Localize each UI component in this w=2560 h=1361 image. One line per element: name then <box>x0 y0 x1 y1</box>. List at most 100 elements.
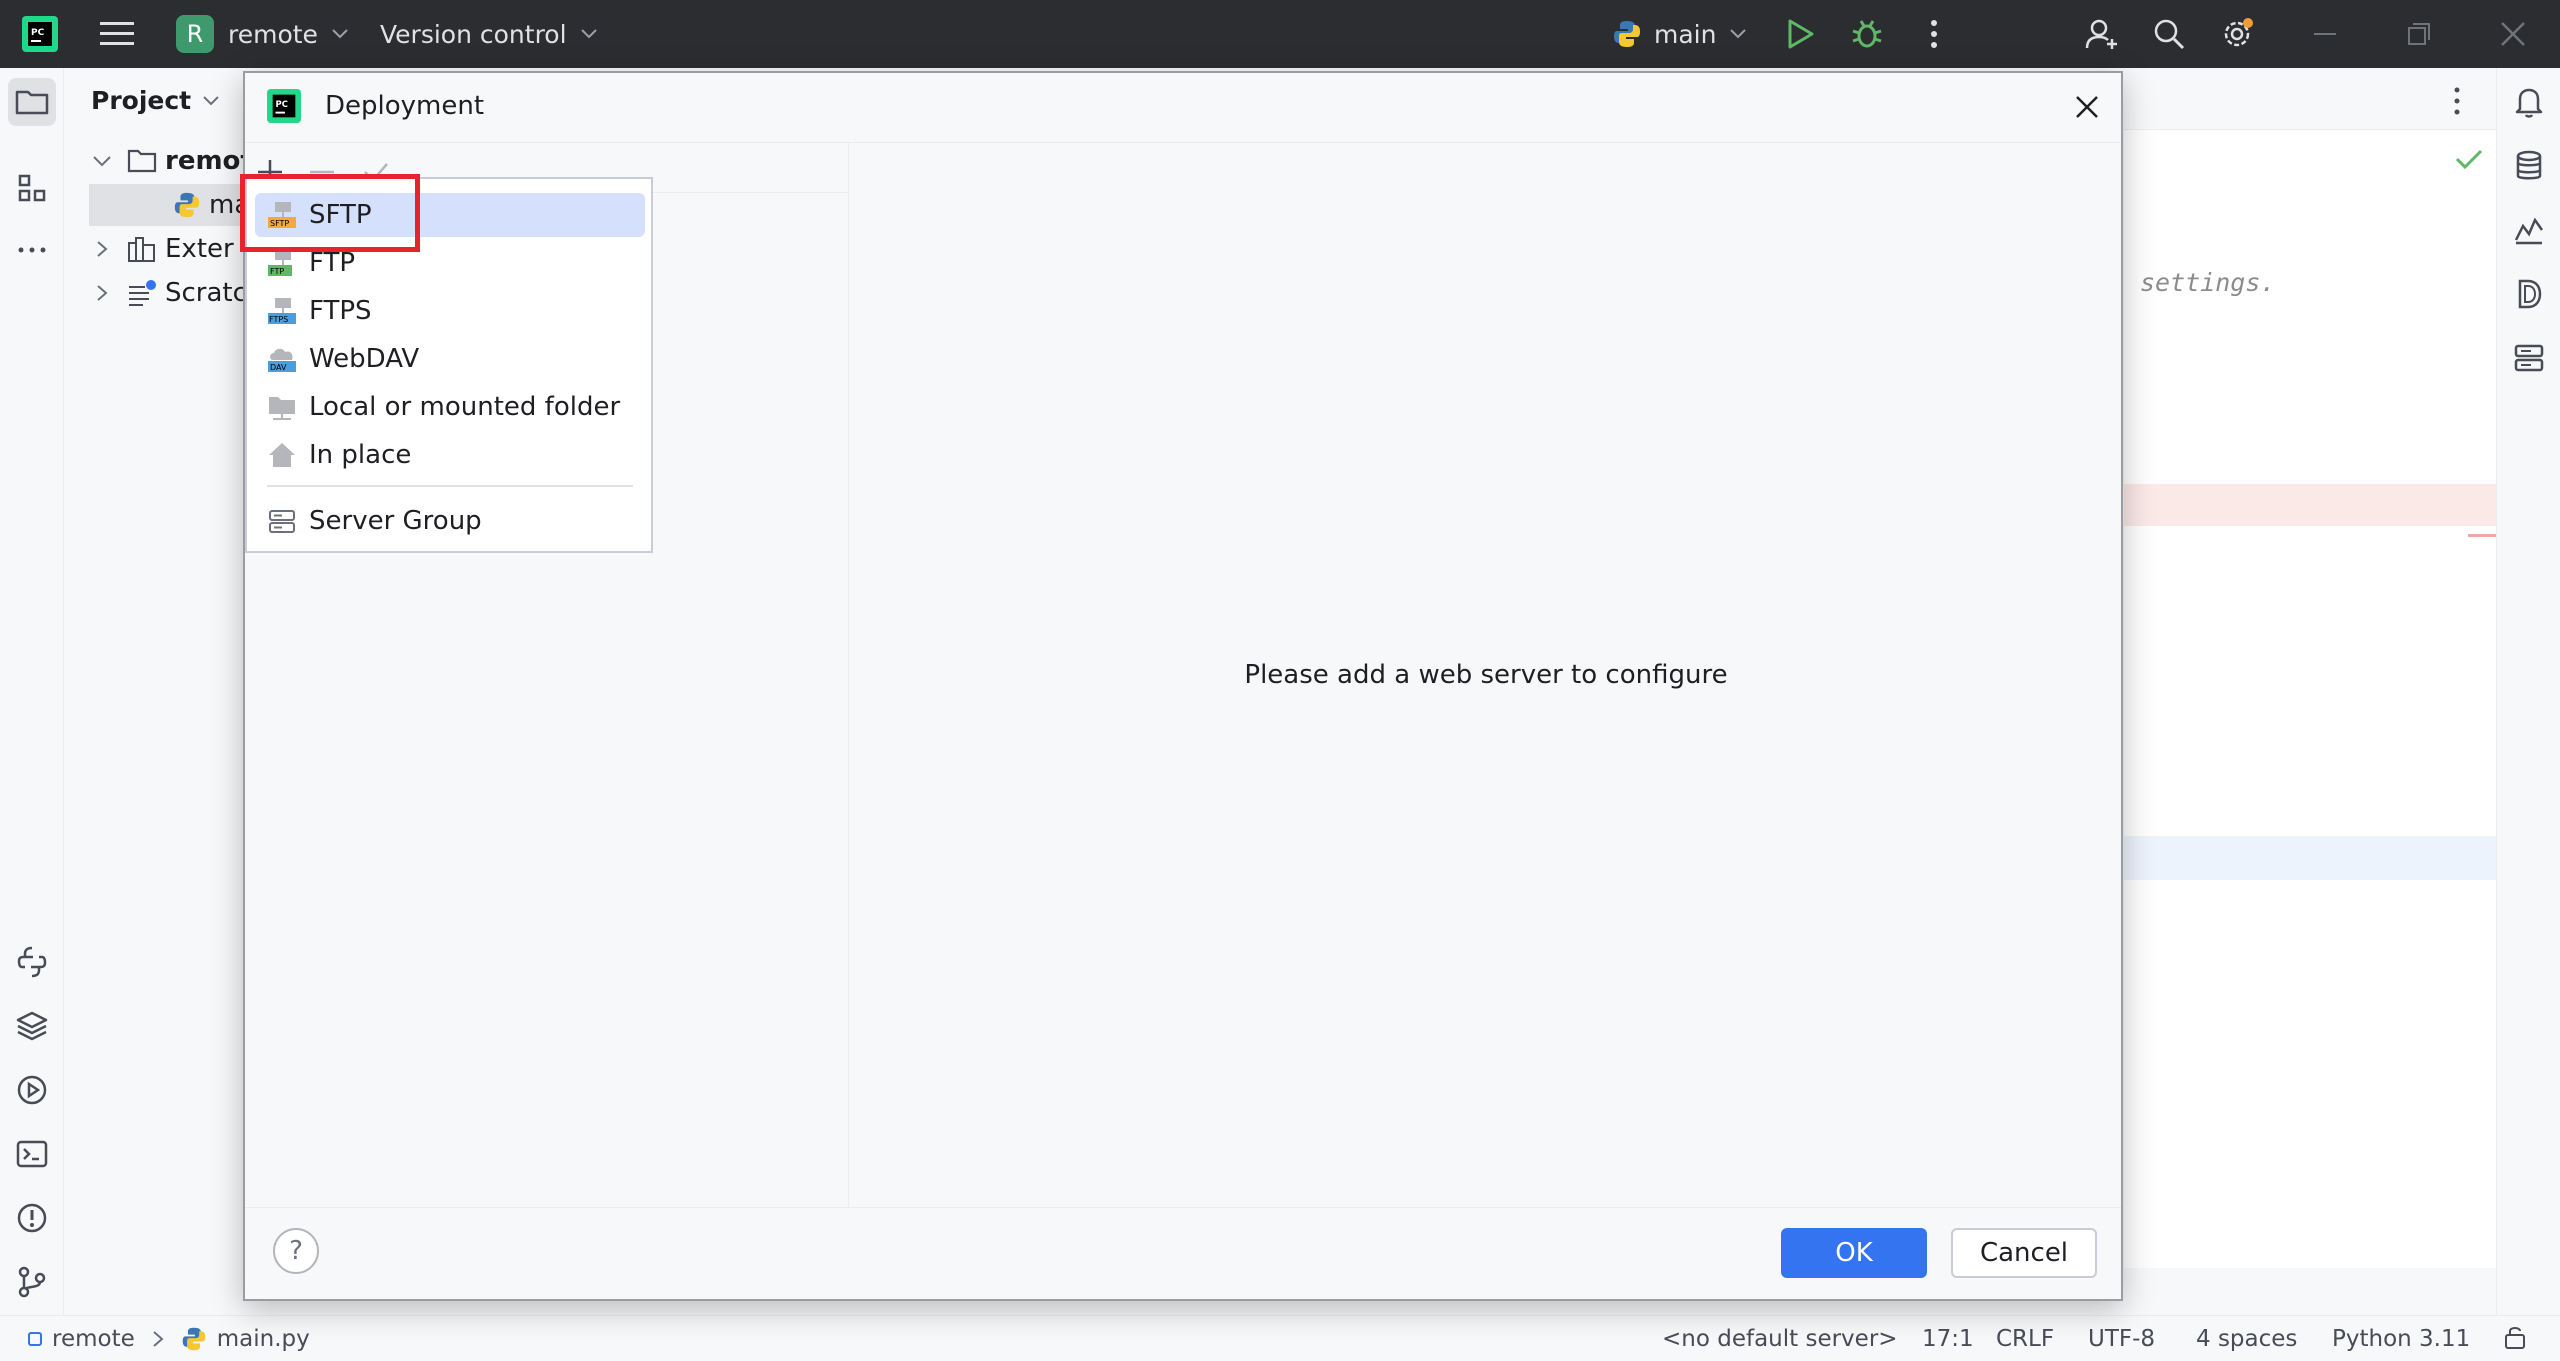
menu-item-local-folder[interactable]: Local or mounted folder <box>255 385 645 429</box>
project-name: remote <box>228 19 318 49</box>
status-bar: remote main.py <no default server> 17:1 … <box>0 1315 2560 1361</box>
dialog-header: PC Deployment <box>245 73 2121 143</box>
add-user-icon[interactable] <box>2085 17 2119 51</box>
menu-item-in-place[interactable]: In place <box>255 433 645 477</box>
more-actions-icon[interactable] <box>1917 17 1951 51</box>
project-panel-title[interactable]: Project <box>91 86 219 115</box>
title-bar: PC R remote Version control main <box>0 0 2560 68</box>
indent-setting[interactable]: 4 spaces <box>2196 1326 2297 1352</box>
breadcrumb-project[interactable]: remote <box>52 1326 135 1352</box>
git-icon[interactable] <box>14 1264 50 1300</box>
ok-button[interactable]: OK <box>1781 1228 1927 1278</box>
version-control-menu[interactable]: Version control <box>380 14 597 54</box>
menu-item-ftps[interactable]: FTPS FTPS <box>255 289 645 333</box>
menu-item-label: Local or mounted folder <box>309 392 621 422</box>
default-server-status[interactable]: <no default server> <box>1662 1326 1898 1352</box>
caret-line-highlight <box>2124 836 2496 880</box>
module-icon <box>28 1332 42 1346</box>
home-icon <box>269 443 295 467</box>
chevron-right-icon <box>97 285 108 301</box>
python-file-icon <box>174 192 200 218</box>
python-interpreter[interactable]: Python 3.11 <box>2332 1326 2470 1352</box>
breadcrumb-file[interactable]: main.py <box>217 1326 310 1352</box>
help-button[interactable]: ? <box>273 1228 319 1274</box>
project-badge: R <box>176 15 214 53</box>
pycharm-logo-icon: PC <box>22 16 58 52</box>
empty-state-message: Please add a web server to configure <box>1244 660 1728 690</box>
minimize-icon[interactable] <box>2308 17 2342 51</box>
chevron-down-icon <box>1730 29 1747 39</box>
terminal-icon[interactable] <box>14 1136 50 1172</box>
dialog-footer: ? OK Cancel <box>245 1207 2121 1301</box>
tree-label: remot <box>165 146 253 176</box>
breadcrumb: remote main.py <box>28 1326 310 1352</box>
folder-icon <box>127 149 157 173</box>
webdav-icon: DAV <box>268 348 296 372</box>
close-icon[interactable] <box>2071 91 2103 123</box>
python-file-icon <box>182 1327 206 1351</box>
problems-icon[interactable] <box>14 1200 50 1236</box>
ftps-icon: FTPS <box>268 298 296 324</box>
file-encoding[interactable]: UTF-8 <box>2088 1326 2155 1352</box>
library-icon <box>128 237 155 262</box>
cancel-button[interactable]: Cancel <box>1951 1228 2097 1278</box>
chevron-right-icon <box>153 1331 164 1347</box>
error-line-highlight <box>2124 484 2496 526</box>
right-tool-strip <box>2496 68 2560 1315</box>
chevron-down-icon <box>203 95 219 105</box>
inspection-ok-icon <box>2455 149 2483 170</box>
services-icon[interactable] <box>14 1072 50 1108</box>
database-icon[interactable] <box>2511 148 2547 184</box>
tree-row-scratches[interactable]: Scratc <box>93 272 247 314</box>
settings-gear-icon[interactable] <box>2220 17 2254 51</box>
notifications-bell-icon[interactable] <box>2511 84 2547 120</box>
tree-row-root[interactable]: remot <box>93 140 253 182</box>
chevron-down-icon <box>332 29 348 39</box>
tree-label: Scratc <box>165 278 247 308</box>
remote-host-icon[interactable] <box>2511 340 2547 376</box>
menu-item-label: FTPS <box>309 296 372 326</box>
svg-text:PC: PC <box>31 28 45 38</box>
dialog-title: Deployment <box>325 91 485 121</box>
line-separator[interactable]: CRLF <box>1996 1326 2054 1352</box>
ftp-icon: FTP <box>268 250 292 276</box>
pycharm-logo-icon: PC <box>267 89 301 123</box>
close-window-icon[interactable] <box>2496 17 2530 51</box>
menu-item-label: Server Group <box>309 506 482 536</box>
menu-item-webdav[interactable]: DAV WebDAV <box>255 337 645 381</box>
d-plugin-icon[interactable] <box>2511 276 2547 312</box>
svg-text:FTPS: FTPS <box>269 315 288 324</box>
svg-text:FTP: FTP <box>270 267 284 276</box>
editor-tab-bar <box>2124 68 2496 130</box>
structure-icon[interactable] <box>14 170 50 206</box>
menu-item-label: WebDAV <box>309 344 420 374</box>
project-folder-icon[interactable] <box>14 84 50 120</box>
server-group-icon <box>269 510 295 533</box>
editor-comment-text: settings. <box>2140 268 2276 297</box>
highlight-annotation-box <box>240 174 420 252</box>
more-tools-icon[interactable] <box>14 232 50 268</box>
run-config-selector[interactable]: main <box>1612 14 1747 54</box>
restore-icon[interactable] <box>2402 17 2436 51</box>
python-console-icon[interactable] <box>14 944 50 980</box>
chevron-down-icon <box>580 29 597 39</box>
tree-label: Exter <box>165 234 234 264</box>
tree-row-main-py[interactable]: ma <box>173 184 250 226</box>
project-selector[interactable]: R remote <box>176 14 348 54</box>
layers-icon[interactable] <box>14 1008 50 1044</box>
menu-item-server-group[interactable]: Server Group <box>255 499 645 543</box>
sciview-icon[interactable] <box>2511 212 2547 248</box>
debug-icon[interactable] <box>1850 17 1884 51</box>
run-icon[interactable] <box>1782 17 1816 51</box>
chevron-right-icon <box>97 241 108 257</box>
run-config-label: main <box>1654 19 1717 49</box>
menu-separator <box>267 485 633 487</box>
lock-icon[interactable] <box>2502 1324 2528 1350</box>
chevron-down-icon <box>93 156 111 167</box>
caret-position[interactable]: 17:1 <box>1922 1326 1974 1352</box>
main-menu-icon[interactable] <box>100 20 134 48</box>
more-options-icon[interactable] <box>2452 86 2462 116</box>
tree-row-external-libraries[interactable]: Exter <box>93 228 234 270</box>
search-icon[interactable] <box>2152 17 2186 51</box>
svg-text:DAV: DAV <box>270 363 287 372</box>
